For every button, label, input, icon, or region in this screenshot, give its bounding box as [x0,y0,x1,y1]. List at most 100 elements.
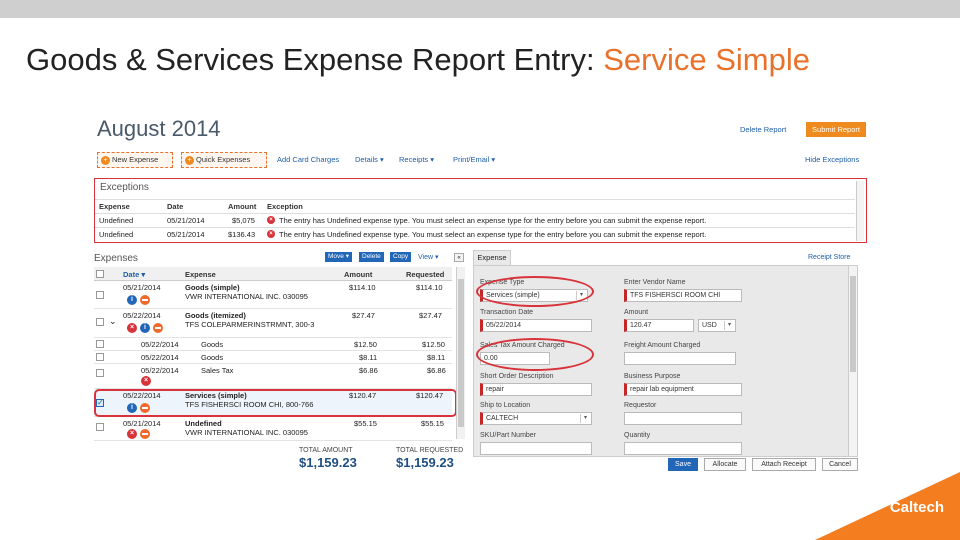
save-button[interactable]: Save [668,458,698,471]
submit-report-button[interactable]: Submit Report [806,122,866,137]
exception-expense: Undefined [99,230,134,239]
new-expense-button[interactable]: + New Expense [97,152,173,168]
col-exception: Exception [267,202,303,211]
tab-expense[interactable]: Expense [473,250,511,265]
expense-title: Undefined [185,419,222,428]
expense-date: 05/22/2014 [123,311,161,320]
expense-title: Goods [201,353,224,362]
expense-title: Goods [201,340,224,349]
attach-receipt-button[interactable]: Attach Receipt [752,458,816,471]
highlight-circle [476,338,594,371]
print-email-menu[interactable]: Print/Email ▾ [453,155,495,164]
expense-vendor: VWR INTERNATIONAL INC. 030095 [185,428,308,437]
exception-row[interactable]: Undefined 05/21/2014 $5,075 × The entry … [95,213,855,227]
col-date-sort[interactable]: Date ▾ [123,270,145,279]
exception-row[interactable]: Undefined 05/21/2014 $136.43 × The entry… [95,227,855,241]
expense-amount: $6.86 [359,366,378,375]
itemize-icon[interactable] [153,323,163,333]
col-amount: Amount [228,202,257,211]
row-checkbox[interactable] [96,318,104,326]
ship-to-label: Ship to Location [480,402,531,409]
info-icon[interactable]: i [140,323,150,333]
ship-to-select[interactable]: CALTECH ▾ [480,412,592,425]
view-menu[interactable]: View ▾ [418,253,439,261]
chevron-down-icon: ▾ [580,414,590,423]
exceptions-title: Exceptions [100,182,149,193]
row-checkbox[interactable] [96,340,104,348]
expense-row[interactable]: 05/21/2014 × Undefined VWR INTERNATIONAL… [94,417,452,441]
chevron-down-icon: ▾ [724,321,734,330]
expense-row[interactable]: 05/22/2014 Goods $8.11 $8.11 [94,351,452,364]
sku-input[interactable] [480,442,592,455]
expense-row[interactable]: 05/22/2014 Goods $12.50 $12.50 [94,338,452,351]
expense-requested: $114.10 [416,283,443,292]
expenses-scrollbar[interactable] [456,267,465,439]
highlight-circle [476,276,594,307]
expense-requested: $8.11 [427,353,446,362]
freight-input[interactable] [624,352,736,365]
expense-title: Goods (simple) [185,283,240,292]
plus-icon: + [185,156,194,165]
transaction-date-label: Transaction Date [480,309,534,316]
requestor-input[interactable] [624,412,742,425]
details-menu[interactable]: Details ▾ [355,155,384,164]
expense-date: 05/22/2014 [141,366,179,375]
receipts-menu[interactable]: Receipts ▾ [399,155,434,164]
error-icon: × [127,429,137,439]
expense-amount: $55.15 [354,419,377,428]
form-scrollbar[interactable] [848,266,857,456]
currency-select[interactable]: USD ▾ [698,319,736,332]
freight-label: Freight Amount Charged [624,342,701,349]
copy-button[interactable]: Copy [390,252,412,262]
collapse-pane-button[interactable]: « [454,253,464,262]
selected-row-highlight [94,389,457,417]
plus-icon: + [101,156,110,165]
vendor-input[interactable]: TFS FISHERSCI ROOM CHI [624,289,742,302]
expense-row[interactable]: 05/22/2014 × Sales Tax $6.86 $6.86 [94,364,452,389]
quick-expenses-button[interactable]: + Quick Expenses [181,152,267,168]
expenses-pane: Expenses Move ▾ Delete Copy View ▾ « Dat… [94,250,466,472]
move-button[interactable]: Move ▾ [325,252,352,262]
row-checkbox[interactable] [96,423,104,431]
exception-date: 05/21/2014 [167,216,205,225]
info-icon[interactable]: i [127,295,137,305]
error-icon: × [141,376,151,386]
select-all-checkbox[interactable] [96,270,104,278]
currency-value: USD [702,322,717,329]
allocate-button[interactable]: Allocate [704,458,746,471]
row-checkbox[interactable] [96,369,104,377]
expense-date: 05/22/2014 [141,340,179,349]
hide-exceptions-link[interactable]: Hide Exceptions [805,155,859,164]
short-description-input[interactable]: repair [480,383,592,396]
amount-input[interactable]: 120.47 [624,319,694,332]
expense-row[interactable]: ⌄ 05/22/2014 × i Goods (itemized) TFS CO… [94,309,452,338]
transaction-date-input[interactable]: 05/22/2014 [480,319,592,332]
delete-report-link[interactable]: Delete Report [740,125,786,134]
total-requested-value: $1,159.23 [396,455,454,470]
add-card-charges-link[interactable]: Add Card Charges [277,155,339,164]
itemize-icon[interactable] [140,429,150,439]
row-checkbox[interactable] [96,291,104,299]
business-purpose-input[interactable]: repair lab equipment [624,383,742,396]
delete-button[interactable]: Delete [359,252,384,262]
scrollbar-thumb[interactable] [458,279,464,427]
title-accent: Service Simple [603,42,810,77]
business-purpose-label: Business Purpose [624,373,681,380]
exception-expense: Undefined [99,216,134,225]
sku-label: SKU/Part Number [480,432,537,439]
expense-detail-pane: Expense Receipt Store Expense Type Servi… [473,250,868,472]
scrollbar-thumb[interactable] [850,276,856,372]
receipt-store-link[interactable]: Receipt Store [808,254,850,261]
caltech-logo: Caltech [889,499,944,516]
expense-amount: $27.47 [352,311,375,320]
exceptions-panel: Exceptions Expense Date Amount Exception… [94,178,867,243]
itemize-icon[interactable] [140,295,150,305]
exceptions-scrollbar[interactable] [856,181,864,241]
expense-row[interactable]: 05/21/2014 i Goods (simple) VWR INTERNAT… [94,281,452,309]
row-checkbox[interactable] [96,353,104,361]
chevron-down-icon[interactable]: ⌄ [109,316,117,327]
total-amount-label: TOTAL AMOUNT [299,447,353,454]
amount-label: Amount [624,309,649,316]
cancel-button[interactable]: Cancel [822,458,858,471]
quantity-input[interactable] [624,442,742,455]
